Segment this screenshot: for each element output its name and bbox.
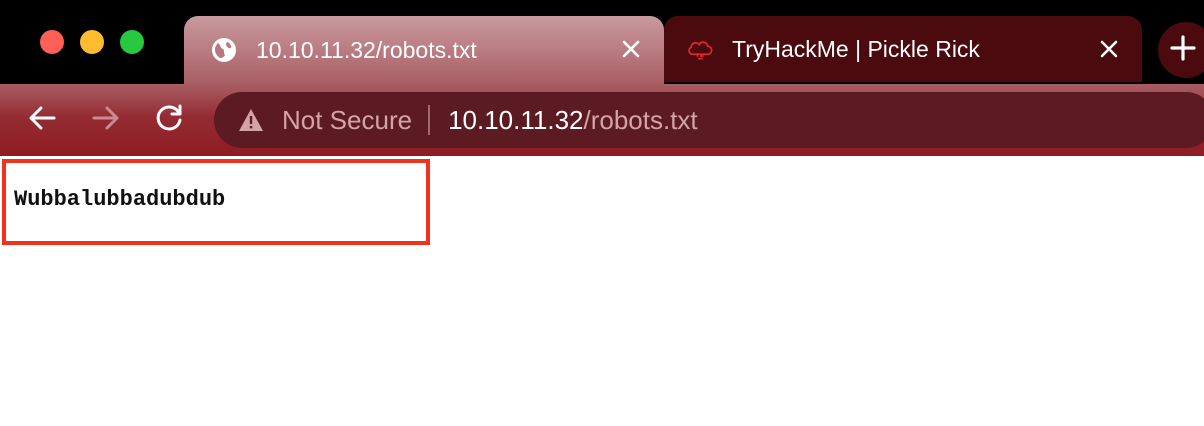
address-bar[interactable]: Not Secure 10.10.11.32/robots.txt: [214, 92, 1204, 148]
tab-title: TryHackMe | Pickle Rick: [732, 35, 980, 62]
back-button[interactable]: [26, 104, 58, 136]
plus-icon: [1170, 34, 1196, 66]
close-icon[interactable]: [1098, 38, 1120, 60]
robots-txt-content: Wubbalubbadubdub: [14, 187, 226, 212]
url-host: 10.10.11.32: [448, 104, 584, 135]
browser-title-bar: 10.10.11.32/robots.txt TryHackMe | Pickl…: [0, 0, 1204, 84]
arrow-left-icon: [27, 103, 57, 138]
window-minimize-button[interactable]: [80, 30, 104, 54]
url-path: /robots.txt: [583, 104, 698, 135]
page-content: Wubbalubbadubdub: [0, 156, 1204, 426]
forward-button[interactable]: [90, 104, 122, 136]
security-label[interactable]: Not Secure: [282, 105, 412, 136]
tab-tryhackme[interactable]: TryHackMe | Pickle Rick: [664, 16, 1142, 82]
warning-triangle-icon[interactable]: [238, 107, 264, 133]
reload-icon: [155, 103, 185, 138]
tab-title: 10.10.11.32/robots.txt: [256, 36, 477, 63]
window-close-button[interactable]: [40, 30, 64, 54]
browser-toolbar: Not Secure 10.10.11.32/robots.txt: [0, 84, 1204, 156]
address-divider: [428, 105, 431, 135]
arrow-right-icon: [91, 103, 121, 138]
reload-button[interactable]: [154, 104, 186, 136]
globe-icon: [210, 36, 238, 64]
new-tab-button[interactable]: [1158, 22, 1204, 78]
close-icon[interactable]: [620, 38, 642, 60]
tab-robots-txt[interactable]: 10.10.11.32/robots.txt: [184, 16, 664, 84]
window-zoom-button[interactable]: [120, 30, 144, 54]
tryhackme-cloud-icon: [686, 35, 714, 63]
